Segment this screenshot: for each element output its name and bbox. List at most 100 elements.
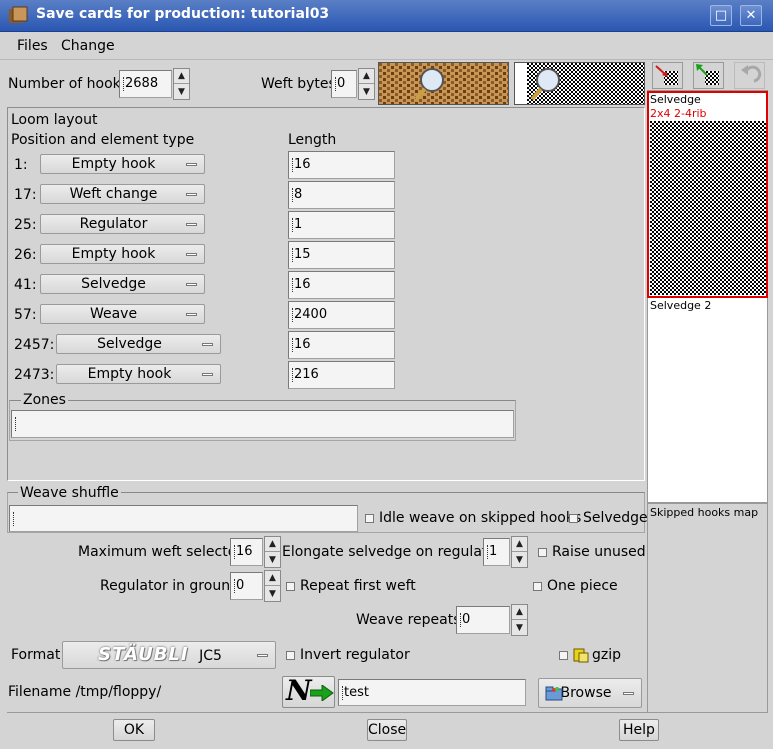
- loom-row-type-label: Weft change: [69, 186, 158, 202]
- maximize-button[interactable]: □: [710, 5, 732, 26]
- repeat-first-weft-checkbox[interactable]: [286, 582, 295, 591]
- raise-unused-label: Raise unused: [552, 544, 646, 560]
- shuffle-selvedge-label: Selvedge: [583, 510, 648, 526]
- format-dropdown[interactable]: STÄUBLI JC5: [62, 641, 276, 669]
- repeat-first-weft-label: Repeat first weft: [300, 578, 416, 594]
- chevron-down-icon: [202, 343, 213, 346]
- loom-row-length-input[interactable]: 8: [288, 181, 395, 209]
- loom-row-length-input[interactable]: 16: [288, 331, 395, 359]
- loom-row-position: 17:: [14, 187, 37, 203]
- chevron-down-icon: [202, 373, 213, 376]
- arrow-right-icon: [310, 685, 334, 701]
- loom-row-type-dropdown[interactable]: Regulator: [40, 214, 205, 234]
- loom-row-position: 41:: [14, 277, 37, 293]
- invert-regulator-label: Invert regulator: [300, 647, 410, 663]
- close-window-button[interactable]: ✕: [740, 5, 762, 26]
- loom-row-type-label: Empty hook: [87, 366, 172, 382]
- regulator-ground-stepper[interactable]: ▲ ▼: [264, 570, 281, 602]
- elongate-label: Elongate selvedge on regulator: [282, 544, 502, 560]
- folder-icon: [545, 686, 563, 701]
- selvedge-pattern-name: 2x4 2-4rib: [650, 107, 707, 120]
- down-arrow-icon[interactable]: ▼: [265, 552, 280, 567]
- loom-row-position: 26:: [14, 247, 37, 263]
- down-arrow-icon[interactable]: ▼: [512, 620, 527, 635]
- hooks-input[interactable]: 2688: [119, 70, 172, 98]
- shuffle-selvedge-checkbox[interactable]: [569, 514, 578, 523]
- loom-row-type-dropdown[interactable]: Selvedge: [40, 274, 205, 294]
- help-button[interactable]: Help: [619, 719, 659, 741]
- down-arrow-icon[interactable]: ▼: [174, 84, 189, 99]
- loom-row-length-input[interactable]: 16: [288, 271, 395, 299]
- idle-weave-checkbox[interactable]: [365, 514, 374, 523]
- loom-row-type-dropdown[interactable]: Empty hook: [56, 364, 221, 384]
- selvedge2-label[interactable]: Selvedge 2: [650, 299, 711, 312]
- menu-files[interactable]: Files: [17, 38, 48, 54]
- loom-row-type-label: Selvedge: [97, 336, 162, 352]
- up-arrow-icon[interactable]: ▲: [512, 537, 527, 552]
- hooks-stepper[interactable]: ▲ ▼: [173, 68, 190, 100]
- loom-row-type-dropdown[interactable]: Weave: [40, 304, 205, 324]
- menu-bar: [0, 32, 773, 60]
- up-arrow-icon[interactable]: ▲: [512, 605, 527, 620]
- up-arrow-icon[interactable]: ▲: [265, 571, 280, 586]
- weft-bytes-input[interactable]: 0: [331, 70, 357, 98]
- zones-input[interactable]: [11, 410, 514, 438]
- chevron-down-icon: [186, 193, 197, 196]
- loom-row-length-input[interactable]: 2400: [288, 301, 395, 329]
- weave-shuffle-input[interactable]: [9, 505, 358, 532]
- close-button[interactable]: Close: [367, 719, 407, 741]
- raise-unused-checkbox[interactable]: [538, 548, 547, 557]
- loom-row-length-input[interactable]: 1: [288, 211, 395, 239]
- weft-bytes-label: Weft bytes: [261, 76, 336, 92]
- up-arrow-icon[interactable]: ▲: [174, 69, 189, 84]
- zoom-pattern-preview-button[interactable]: [378, 62, 509, 105]
- down-arrow-icon[interactable]: ▼: [359, 84, 374, 99]
- filename-label: Filename /tmp/floppy/: [8, 684, 162, 700]
- down-arrow-icon[interactable]: ▼: [265, 586, 280, 601]
- gzip-icon: [573, 647, 589, 663]
- elongate-stepper[interactable]: ▲ ▼: [511, 536, 528, 568]
- loom-row-type-dropdown[interactable]: Empty hook: [40, 154, 205, 174]
- zoom-weave-preview-button[interactable]: [514, 62, 645, 105]
- menu-change[interactable]: Change: [61, 38, 115, 54]
- gzip-label: gzip: [592, 647, 622, 663]
- regulator-ground-input[interactable]: 0: [230, 572, 263, 600]
- up-arrow-icon[interactable]: ▲: [359, 69, 374, 84]
- filename-input[interactable]: test: [338, 679, 526, 706]
- move-out-icon[interactable]: [693, 62, 724, 89]
- new-n-icon: N: [286, 674, 312, 707]
- col-position-header: Position and element type: [11, 132, 195, 148]
- chevron-down-icon: [257, 654, 268, 657]
- invert-regulator-checkbox[interactable]: [286, 651, 295, 660]
- weave-repeats-stepper[interactable]: ▲ ▼: [511, 604, 528, 636]
- chevron-down-icon: [186, 253, 197, 256]
- max-weft-stepper[interactable]: ▲ ▼: [264, 536, 281, 568]
- up-arrow-icon[interactable]: ▲: [265, 537, 280, 552]
- loom-row-position: 25:: [14, 217, 37, 233]
- weave-repeats-input[interactable]: 0: [456, 606, 510, 634]
- idle-weave-label: Idle weave on skipped hooks: [379, 510, 582, 526]
- loom-row-type-label: Empty hook: [71, 246, 156, 262]
- undo-icon[interactable]: [734, 62, 765, 89]
- loom-row-type-dropdown[interactable]: Empty hook: [40, 244, 205, 264]
- elongate-input[interactable]: 1: [483, 538, 510, 566]
- ok-button[interactable]: OK: [113, 719, 155, 741]
- regulator-ground-label: Regulator in ground: [100, 578, 239, 594]
- down-arrow-icon[interactable]: ▼: [512, 552, 527, 567]
- loom-row-length-input[interactable]: 16: [288, 151, 395, 179]
- browse-button[interactable]: Browse: [538, 678, 642, 708]
- weft-bytes-stepper[interactable]: ▲ ▼: [358, 68, 375, 100]
- move-in-icon[interactable]: [652, 62, 683, 89]
- new-filename-button[interactable]: N: [282, 674, 335, 708]
- loom-row-type-dropdown[interactable]: Selvedge: [56, 334, 221, 354]
- loom-row-type-dropdown[interactable]: Weft change: [40, 184, 205, 204]
- max-weft-input[interactable]: 16: [230, 538, 263, 566]
- one-piece-checkbox[interactable]: [533, 582, 542, 591]
- selvedge-pattern-preview: [650, 121, 766, 295]
- gzip-checkbox[interactable]: [559, 651, 568, 660]
- loom-row-type-label: Selvedge: [81, 276, 146, 292]
- loom-row-length-input[interactable]: 216: [288, 361, 395, 389]
- skipped-hooks-panel: [647, 503, 768, 713]
- loom-row-length-input[interactable]: 15: [288, 241, 395, 269]
- loom-row-position: 57:: [14, 307, 37, 323]
